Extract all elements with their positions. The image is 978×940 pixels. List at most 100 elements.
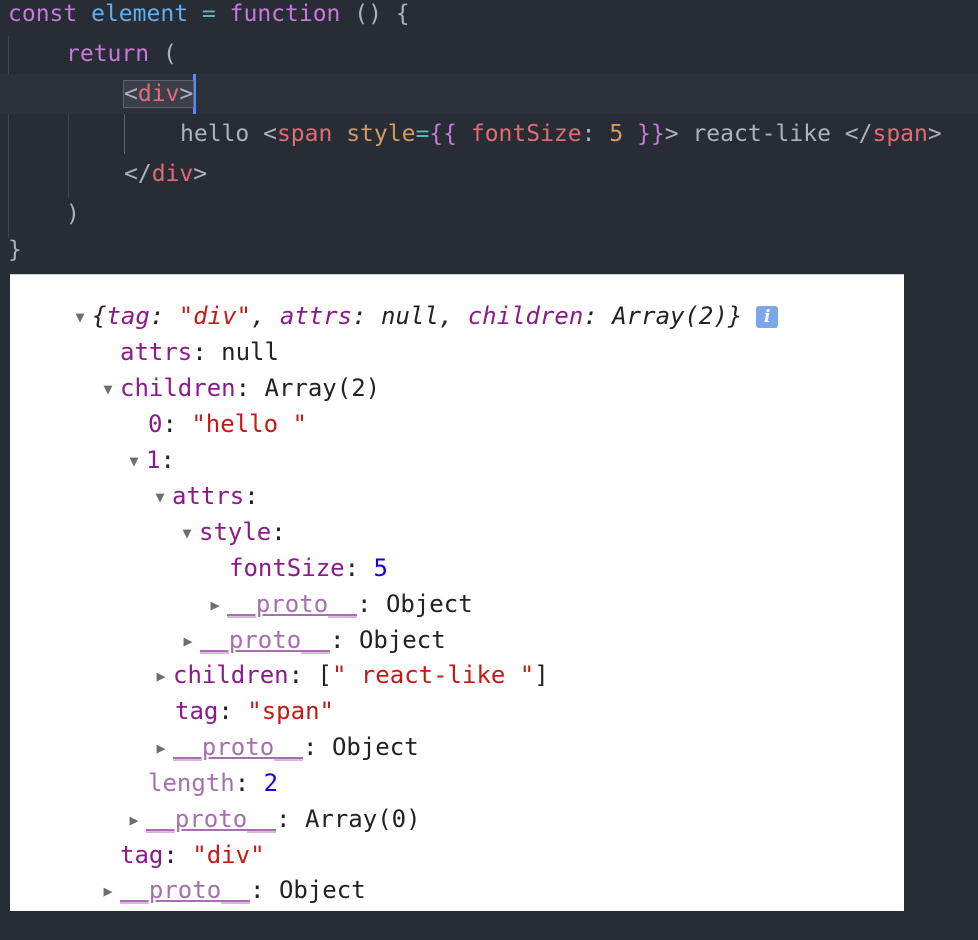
code-line-3-active[interactable]: <div> xyxy=(0,74,978,114)
collapsed-triangle-icon[interactable]: ▶ xyxy=(149,658,173,694)
colon: : xyxy=(303,733,332,761)
property-key: __proto__ xyxy=(173,733,304,761)
preview-value-attrs: null xyxy=(381,302,439,330)
tag-bracket: > xyxy=(664,121,679,147)
property-key: children xyxy=(120,374,236,402)
property-row-children[interactable]: ▼ children: Array(2) xyxy=(96,370,380,406)
property-value: Object xyxy=(385,590,473,618)
expanded-triangle-icon[interactable]: ▼ xyxy=(148,479,172,515)
tag-bracket: > xyxy=(179,81,194,107)
code-line-7[interactable]: } xyxy=(8,236,22,276)
collapsed-triangle-icon[interactable]: ▶ xyxy=(122,802,146,838)
preview-key-children: children xyxy=(467,302,584,330)
preview-value-children: Array(2) xyxy=(612,302,728,330)
prop-fontsize: fontSize xyxy=(457,121,582,147)
jsx-text: hello xyxy=(180,121,264,147)
property-row-child1-proto[interactable]: ▶ __proto__: Object xyxy=(149,729,419,766)
tag-bracket: > xyxy=(193,161,208,187)
property-key: 1 xyxy=(146,446,161,474)
property-row-root-proto[interactable]: ▶ __proto__: Object xyxy=(96,872,366,909)
bracket: ] xyxy=(534,661,549,689)
keyword-return: return xyxy=(66,41,150,67)
brace: { xyxy=(92,302,107,330)
property-row-child1-children[interactable]: ▶ children: [" react-like "] xyxy=(149,657,549,694)
property-row-child-1[interactable]: ▼ 1: xyxy=(122,442,175,479)
colon: : xyxy=(192,338,222,366)
comma: , xyxy=(438,302,468,330)
code-line-5[interactable]: </div> xyxy=(124,160,207,200)
expanded-triangle-icon[interactable]: ▼ xyxy=(122,443,146,479)
collapsed-triangle-icon[interactable]: ▶ xyxy=(176,623,200,659)
close-paren: ) xyxy=(66,201,80,227)
tag-bracket: < xyxy=(124,81,138,107)
property-key: __proto__ xyxy=(227,590,358,618)
tag-bracket: </ xyxy=(844,121,873,147)
identifier-element: element xyxy=(91,1,189,27)
property-value: "hello " xyxy=(191,410,307,438)
indent-guide xyxy=(124,114,125,154)
colon: : xyxy=(271,518,286,546)
brace: } xyxy=(727,302,743,330)
tag-bracket: </ xyxy=(124,161,152,187)
preview-value-tag: "div" xyxy=(178,302,251,330)
property-value: null xyxy=(221,338,279,366)
expanded-triangle-icon[interactable]: ▼ xyxy=(68,299,92,335)
expanded-triangle-icon[interactable]: ▼ xyxy=(175,515,199,551)
number-literal: 5 xyxy=(609,121,624,147)
property-row-child1-attrs[interactable]: ▼ attrs: xyxy=(148,478,258,515)
property-value: Object xyxy=(358,626,446,654)
property-row-length: length: 2 xyxy=(148,765,278,801)
colon: : xyxy=(218,697,248,725)
property-row-child1-tag: tag: "span" xyxy=(175,693,334,729)
attr-style: style xyxy=(332,121,416,147)
code-line-6[interactable]: ) xyxy=(66,200,80,240)
open-paren: ( xyxy=(162,41,177,67)
tag-name-span-close: span xyxy=(872,121,928,147)
colon: : xyxy=(330,626,359,654)
property-row-style-proto[interactable]: ▶ __proto__: Object xyxy=(203,586,473,623)
code-line-1[interactable]: const element = function () { xyxy=(8,0,410,40)
code-line-4[interactable]: hello <span style={{ fontSize: 5 }}> rea… xyxy=(180,120,942,160)
collapsed-triangle-icon[interactable]: ▶ xyxy=(96,873,120,909)
colon: : xyxy=(235,374,265,402)
property-value: "span" xyxy=(247,697,334,725)
preview-key-attrs: attrs xyxy=(279,302,353,330)
operator-equals: = xyxy=(415,121,430,147)
property-key: __proto__ xyxy=(200,626,331,654)
property-value: 2 xyxy=(263,769,279,797)
colon: : xyxy=(344,554,374,582)
property-key: __proto__ xyxy=(120,876,251,904)
property-value: Object xyxy=(278,876,366,904)
colon: : xyxy=(160,446,175,474)
bracket: [ xyxy=(317,661,332,689)
property-row-attrs: attrs: null xyxy=(120,334,279,370)
colon: : xyxy=(583,302,613,330)
property-value: Object xyxy=(331,733,419,761)
info-icon[interactable]: i xyxy=(756,306,779,328)
expanded-triangle-icon[interactable]: ▼ xyxy=(96,371,120,407)
property-key: length xyxy=(148,769,235,797)
matched-tag-open: <div> xyxy=(122,80,195,108)
close-brace: } xyxy=(8,237,22,263)
property-row-attrs-proto[interactable]: ▶ __proto__: Object xyxy=(176,622,446,659)
property-key: attrs xyxy=(172,482,245,510)
jsx-text: react-like xyxy=(678,121,845,147)
object-summary-row[interactable]: ▼ {tag: "div", attrs: null, children: Arr… xyxy=(68,298,779,335)
tag-bracket: < xyxy=(263,121,277,147)
tag-name-span: span xyxy=(276,121,333,147)
property-value: "div" xyxy=(192,841,265,869)
property-row-array-proto[interactable]: ▶ __proto__: Array(0) xyxy=(122,801,421,838)
console-object-inspector[interactable]: ▼ {tag: "div", attrs: null, children: Arr… xyxy=(10,274,904,911)
object-preview: {tag: "div", attrs: null, children: Arra… xyxy=(92,302,742,330)
collapsed-triangle-icon[interactable]: ▶ xyxy=(149,730,173,766)
colon: : xyxy=(163,841,193,869)
colon: : xyxy=(149,302,179,330)
collapsed-triangle-icon[interactable]: ▶ xyxy=(203,587,227,623)
property-value: Array(0) xyxy=(304,805,421,833)
property-row-style[interactable]: ▼ style: xyxy=(175,514,286,551)
colon: : xyxy=(250,876,279,904)
property-row-child-0: 0: "hello " xyxy=(148,406,307,442)
preview-key-tag: tag xyxy=(106,302,150,330)
tag-name-div-close: div xyxy=(151,161,194,187)
text-cursor xyxy=(193,74,197,114)
